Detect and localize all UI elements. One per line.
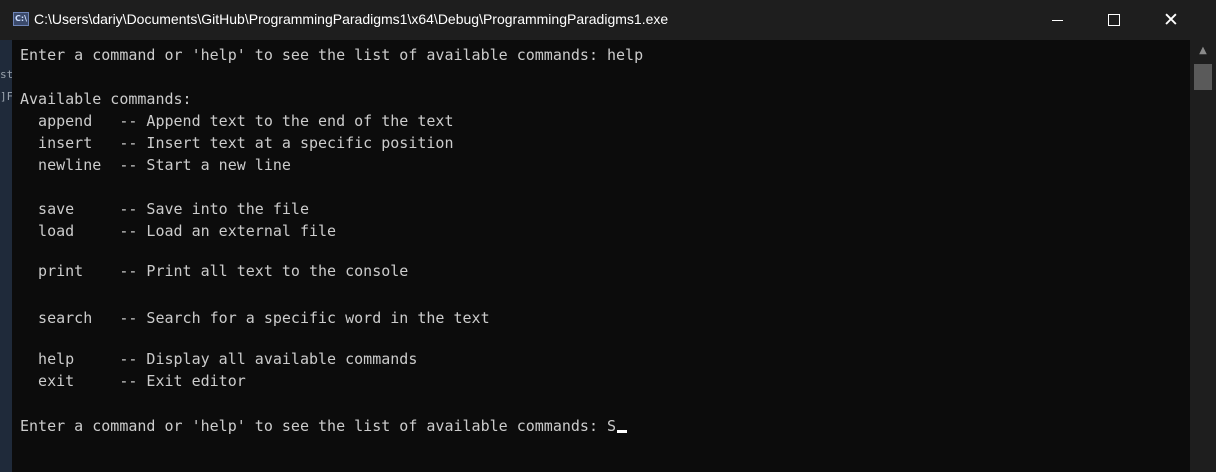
prompt-line[interactable]: Enter a command or 'help' to see the lis… xyxy=(20,415,628,437)
title-bar[interactable]: C:\ C:\Users\dariy\Documents\GitHub\Prog… xyxy=(0,0,1216,40)
vertical-scrollbar[interactable]: ▲ xyxy=(1190,40,1216,472)
close-icon: ✕ xyxy=(1163,9,1179,31)
window-title: C:\Users\dariy\Documents\GitHub\Programm… xyxy=(34,11,669,27)
console-line: insert -- Insert text at a specific posi… xyxy=(20,134,454,152)
console-line: append -- Append text to the end of the … xyxy=(20,112,454,130)
console-line: Enter a command or 'help' to see the lis… xyxy=(20,46,644,64)
console-app-icon: C:\ xyxy=(13,12,29,26)
text-cursor xyxy=(617,430,628,433)
console-line: load -- Load an external file xyxy=(20,222,337,240)
console-line: search -- Search for a specific word in … xyxy=(20,309,490,327)
prompt-text: Enter a command or 'help' to see the lis… xyxy=(20,417,617,435)
close-button[interactable]: ✕ xyxy=(1148,0,1194,40)
console-line: newline -- Start a new line xyxy=(20,156,291,174)
maximize-icon xyxy=(1108,14,1120,26)
console-line: exit -- Exit editor xyxy=(20,372,246,390)
console-output[interactable]: Enter a command or 'help' to see the lis… xyxy=(12,40,1190,472)
scroll-up-arrow-icon[interactable]: ▲ xyxy=(1190,40,1216,62)
scrollbar-thumb[interactable] xyxy=(1194,64,1212,90)
console-line: print -- Print all text to the console xyxy=(20,262,409,280)
minimize-icon xyxy=(1051,19,1063,21)
minimize-button[interactable] xyxy=(1034,0,1080,40)
maximize-button[interactable] xyxy=(1091,0,1137,40)
console-line: save -- Save into the file xyxy=(20,200,309,218)
console-line: Available commands: xyxy=(20,90,192,108)
background-window-edge: st ]F xyxy=(0,0,16,472)
console-line: help -- Display all available commands xyxy=(20,350,418,368)
